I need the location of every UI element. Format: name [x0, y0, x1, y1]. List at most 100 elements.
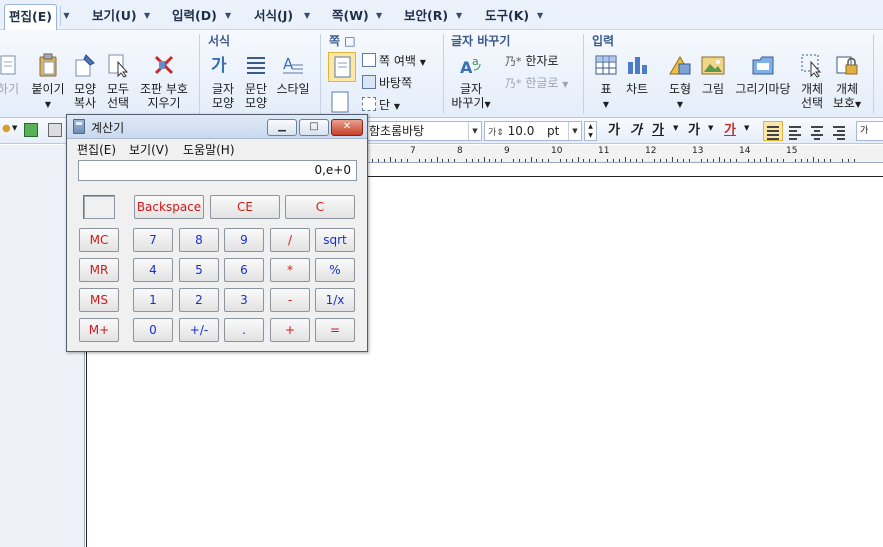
underline-button[interactable]: 가 [652, 122, 664, 140]
digit-3-button[interactable]: 3 [224, 288, 264, 312]
align-left-button[interactable] [785, 121, 805, 141]
calc-menu-edit[interactable]: 편집(E) [77, 141, 116, 158]
italic-button[interactable]: 가 [630, 122, 642, 140]
multiply-button[interactable]: * [270, 258, 310, 282]
strikethrough-button[interactable]: 가 [688, 122, 700, 140]
object-protect-button[interactable]: 개체 보호▼ [831, 52, 863, 112]
drawing-yard-button[interactable]: 그리기마당 [731, 52, 795, 96]
style-button[interactable]: A 스타일 [274, 52, 312, 96]
align-center-button[interactable] [807, 121, 827, 141]
digit-8-button[interactable]: 8 [179, 228, 219, 252]
negate-button[interactable]: +/- [179, 318, 219, 342]
font-color-button[interactable]: 가 [724, 122, 736, 140]
font-size-spinner[interactable]: ▲ ▼ [584, 121, 597, 141]
char-shape-button[interactable]: 가 글자 모양 [206, 52, 240, 110]
para-shape-button[interactable]: 문단 모양 [240, 52, 272, 110]
percent-button[interactable]: % [315, 258, 355, 282]
clear-entry-button[interactable]: CE [210, 195, 280, 219]
page-setup-button[interactable] [327, 52, 357, 86]
equals-button[interactable]: = [315, 318, 355, 342]
clear-button[interactable]: C [285, 195, 355, 219]
calculator-title: 계산기 [91, 121, 125, 135]
ruler-tick [606, 159, 608, 162]
menu-edit[interactable]: 편집(E) [4, 4, 57, 30]
memory-store-button[interactable]: MS [79, 288, 119, 312]
align-right-button[interactable] [829, 121, 849, 141]
chart-button[interactable]: 차트 [622, 52, 652, 96]
table-button[interactable]: 표 ▼ [591, 52, 621, 112]
cut-button[interactable]: 하기 [0, 52, 22, 96]
columns-button[interactable]: 단 ▼ [362, 96, 400, 114]
divide-button[interactable]: / [270, 228, 310, 252]
add-button[interactable]: + [270, 318, 310, 342]
shape-copy-button[interactable]: 모양 복사 [70, 52, 100, 110]
calculator-titlebar[interactable]: 계산기 ▁ □ ✕ [67, 115, 367, 139]
memory-clear-button[interactable]: MC [79, 228, 119, 252]
digit-7-button[interactable]: 7 [133, 228, 173, 252]
menu-format-dropdown[interactable]: ▼ [304, 4, 310, 28]
sqrt-button[interactable]: sqrt [315, 228, 355, 252]
align-justify-button[interactable] [763, 121, 783, 141]
maximize-button[interactable]: □ [299, 119, 329, 136]
menu-insert-dropdown[interactable]: ▼ [225, 4, 231, 28]
menu-edit-dropdown[interactable]: ▼ [60, 6, 72, 26]
digit-5-button[interactable]: 5 [179, 258, 219, 282]
char-change-button[interactable]: Aa 글자 바꾸기▼ [448, 52, 494, 112]
menu-tools[interactable]: 도구(K) [485, 4, 529, 28]
picture-button[interactable]: 그림 [698, 52, 728, 96]
bold-button[interactable]: 가 [608, 122, 620, 140]
ribbon: 하기 붙이기 ▼ 모양 복사 모두 선택 조판 부호 지우기 서식 가 글자 모양 [0, 30, 883, 118]
erase-compose-marks-button[interactable]: 조판 부호 지우기 [137, 52, 191, 110]
reciprocal-button[interactable]: 1/x [315, 288, 355, 312]
paste-button[interactable]: 붙이기 ▼ [29, 52, 67, 112]
digit-2-button[interactable]: 2 [179, 288, 219, 312]
chevron-down-icon[interactable]: ▼ [568, 122, 581, 140]
horizontal-ruler[interactable]: 6789101112131415 [363, 145, 883, 163]
menu-page[interactable]: 쪽(W) [332, 4, 369, 28]
digit-1-button[interactable]: 1 [133, 288, 173, 312]
menu-security[interactable]: 보안(R) [404, 4, 448, 28]
digit-6-button[interactable]: 6 [224, 258, 264, 282]
font-name-select[interactable]: 함초롬바탕 ▼ [366, 121, 482, 141]
to-hangul-button: 乃* 한글로 ▼ [505, 76, 569, 90]
object-select-button[interactable]: 개체 선택 [797, 52, 827, 110]
group-expand-icon[interactable]: □ [344, 34, 355, 48]
menu-format[interactable]: 서식(J) [254, 4, 293, 28]
page-background-button[interactable]: 바탕쪽 [362, 74, 412, 92]
to-hanja-button[interactable]: 乃* 한자로 [505, 52, 558, 70]
calculator-app-icon[interactable] [73, 119, 85, 134]
decimal-point-button[interactable]: . [224, 318, 264, 342]
menu-page-dropdown[interactable]: ▼ [376, 4, 382, 28]
memory-recall-button[interactable]: MR [79, 258, 119, 282]
menu-security-dropdown[interactable]: ▼ [456, 4, 462, 28]
ruler-tick [706, 159, 708, 162]
backspace-button[interactable]: Backspace [134, 195, 204, 219]
menu-view[interactable]: 보기(U) [92, 4, 137, 28]
ruler-tick [724, 159, 726, 162]
digit-9-button[interactable]: 9 [224, 228, 264, 252]
select-all-button[interactable]: 모두 선택 [103, 52, 133, 110]
print-icon[interactable] [48, 123, 62, 137]
ruler-tick [595, 159, 597, 162]
font-size-select[interactable]: 가⇕ 10.0 pt ▼ [484, 121, 582, 141]
calc-menu-view[interactable]: 보기(V) [129, 141, 169, 158]
digit-4-button[interactable]: 4 [133, 258, 173, 282]
calc-menu-help[interactable]: 도움말(H) [183, 141, 235, 158]
menu-view-dropdown[interactable]: ▼ [144, 4, 150, 28]
digit-0-button[interactable]: 0 [133, 318, 173, 342]
memory-add-button[interactable]: M+ [79, 318, 119, 342]
chevron-down-icon[interactable]: ▼ [468, 122, 481, 140]
close-button[interactable]: ✕ [331, 119, 363, 136]
lock-icon [834, 52, 860, 78]
ruler-tick [677, 159, 679, 162]
subtract-button[interactable]: - [270, 288, 310, 312]
minimize-button[interactable]: ▁ [267, 119, 297, 136]
ruler-tick [436, 157, 438, 162]
menu-insert[interactable]: 입력(D) [172, 4, 217, 28]
menu-tools-dropdown[interactable]: ▼ [537, 4, 543, 28]
char-spacing-field[interactable]: 가 [856, 121, 883, 141]
page-margin-button[interactable]: 쪽 여백 ▼ [362, 52, 426, 70]
shape-button[interactable]: 도형 ▼ [665, 52, 695, 112]
folder-icon[interactable]: ● [2, 123, 12, 137]
save-icon[interactable] [24, 123, 38, 137]
